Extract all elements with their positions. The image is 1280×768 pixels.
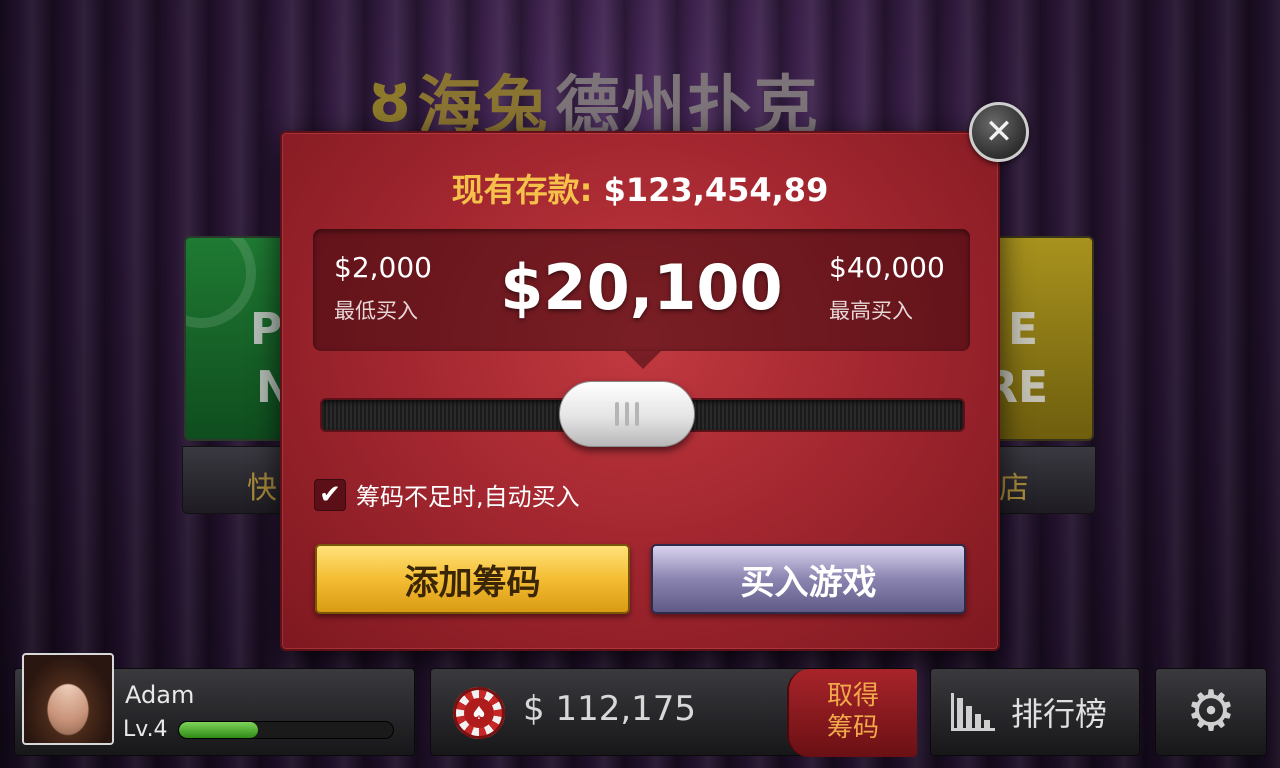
gear-icon: ⚙: [1185, 679, 1237, 744]
get-chips-label-line2: 筹码: [826, 713, 879, 743]
grip-line: [615, 402, 620, 426]
leaderboard-button[interactable]: 排行榜: [930, 668, 1140, 756]
max-buy-in-label: 最高买入: [829, 299, 913, 323]
avatar[interactable]: [22, 653, 114, 745]
settings-button[interactable]: ⚙: [1155, 668, 1267, 756]
checkmark-icon: ✔: [319, 479, 341, 510]
chips-balance-value: $ 112,175: [523, 689, 697, 729]
poker-chip-icon: ♠: [453, 687, 505, 739]
player-level: Lv.4: [123, 717, 168, 742]
bar-chart-icon: [951, 693, 995, 731]
xp-progress-fill: [179, 722, 259, 738]
balance-value: $123,454,89: [603, 171, 829, 209]
join-game-button[interactable]: 买入游戏: [651, 544, 966, 614]
get-chips-button[interactable]: 取得 筹码: [787, 669, 917, 757]
store-card-text-a: E: [1007, 304, 1038, 355]
balance-label: 现有存款:: [451, 171, 593, 209]
chip-decoration-icon: [186, 238, 256, 328]
grip-line: [635, 402, 640, 426]
leaderboard-label: 排行榜: [1011, 695, 1108, 733]
get-chips-label-line1: 取得: [826, 681, 879, 712]
player-name: Adam: [125, 681, 195, 709]
quick-play-label: 快: [247, 471, 277, 506]
buy-in-amount-panel: $2,000 最低买入 $20,100 $40,000 最高买入: [313, 229, 970, 369]
auto-buy-option[interactable]: ✔ 筹码不足时,自动买入: [314, 477, 580, 512]
buy-in-dialog: 现有存款: $123,454,89 $2,000 最低买入 $20,100 $4…: [280, 131, 1000, 651]
avatar-portrait: [24, 655, 112, 743]
grip-line: [625, 402, 630, 426]
close-icon: ✕: [984, 112, 1014, 152]
add-chips-button[interactable]: 添加筹码: [315, 544, 630, 614]
auto-buy-label: 筹码不足时,自动买入: [356, 483, 580, 511]
max-buy-in-value: $40,000: [829, 251, 945, 284]
rabbit-logo-icon: ȣ: [370, 66, 412, 136]
spade-icon: ♠: [464, 698, 494, 728]
xp-progress-bar: [178, 721, 394, 739]
auto-buy-checkbox[interactable]: ✔: [314, 478, 346, 511]
close-button[interactable]: ✕: [969, 102, 1029, 162]
game-logo-title: ȣ 海兔 德州扑克: [370, 66, 820, 144]
balance-display: 现有存款: $123,454,89: [282, 165, 998, 211]
chips-balance-panel: ♠ $ 112,175 取得 筹码: [430, 668, 917, 757]
buy-in-slider-handle[interactable]: [559, 381, 696, 447]
quick-play-card-text-a: P: [250, 304, 283, 355]
store-label: 店: [999, 471, 1029, 506]
